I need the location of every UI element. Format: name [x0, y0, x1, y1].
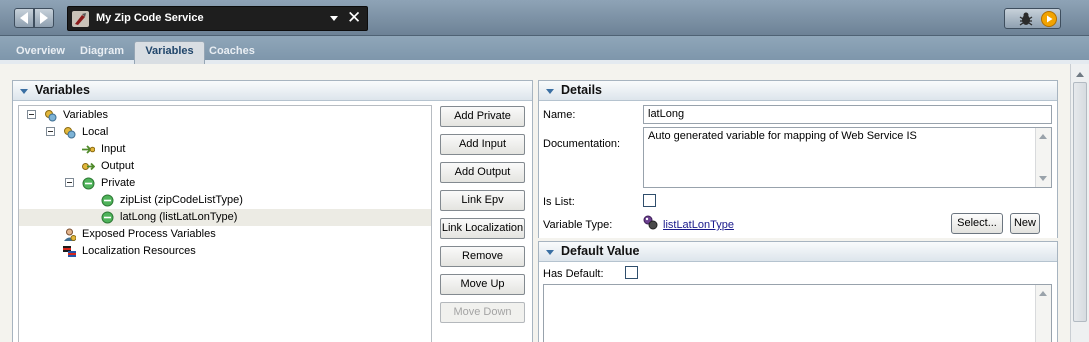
output-arrow-icon	[82, 162, 95, 171]
documentation-label: Documentation:	[543, 138, 621, 150]
variable-circle-icon	[101, 194, 114, 207]
tree-item-label: Private	[101, 177, 136, 189]
remove-button[interactable]: Remove	[440, 246, 525, 267]
back-arrow-icon	[20, 12, 28, 24]
variables-panel-header[interactable]: Variables	[13, 81, 532, 101]
documentation-scrollbar[interactable]	[1035, 128, 1051, 187]
editor-document-tab[interactable]: My Zip Code Service ✕	[67, 6, 368, 31]
tab-diagram[interactable]: Diagram	[80, 42, 124, 64]
exposed-variables-icon	[64, 228, 76, 241]
scroll-down-icon[interactable]	[1039, 176, 1047, 181]
add-output-button[interactable]: Add Output	[440, 162, 525, 183]
tree-item-localization-resources[interactable]: Localization Resources	[19, 243, 431, 260]
document-menu-chevron-down-icon[interactable]	[330, 16, 338, 21]
variable-circle-icon	[101, 211, 114, 224]
default-value-textarea[interactable]	[543, 284, 1052, 342]
private-circle-icon	[82, 177, 95, 190]
tree-item-input[interactable]: Input	[19, 141, 431, 158]
variables-panel-title: Variables	[35, 83, 90, 97]
variable-type-label: Variable Type:	[543, 219, 613, 231]
variables-icon	[64, 127, 76, 139]
localization-icon	[63, 246, 76, 257]
move-up-button[interactable]: Move Up	[440, 274, 525, 295]
has-default-label: Has Default:	[543, 268, 604, 280]
add-private-button[interactable]: Add Private	[440, 106, 525, 127]
tree-item-variables[interactable]: Variables	[19, 107, 431, 124]
run-play-icon[interactable]	[1041, 11, 1057, 27]
tab-overview[interactable]: Overview	[16, 42, 65, 64]
collapse-toggle-icon[interactable]	[65, 178, 74, 187]
tree-item-label: zipList (zipCodeListType)	[120, 194, 243, 206]
tree-item-label: Variables	[63, 109, 109, 121]
page-vertical-scrollbar[interactable]	[1070, 64, 1089, 342]
variable-type-link[interactable]: listLatLonType	[663, 219, 734, 231]
details-panel-title: Details	[561, 83, 602, 97]
tree-item-label: Output	[101, 160, 135, 172]
link-localization-button[interactable]: Link Localization	[440, 218, 525, 239]
default-value-panel-header[interactable]: Default Value	[539, 242, 1057, 262]
back-button[interactable]	[14, 8, 34, 28]
scroll-up-icon[interactable]	[1039, 291, 1047, 296]
scroll-up-icon[interactable]	[1039, 134, 1047, 139]
default-value-panel-title: Default Value	[561, 244, 640, 258]
name-field-value: latLong	[648, 108, 685, 120]
tree-item-local[interactable]: Local	[19, 124, 431, 141]
tree-item-exposed-process-variables[interactable]: Exposed Process Variables	[19, 226, 431, 243]
tree-item-label: Input	[101, 143, 126, 155]
editor-tab-strip: Overview Diagram Variables Coaches	[0, 36, 1089, 64]
default-value-scrollbar[interactable]	[1035, 285, 1051, 342]
tree-item-latlong[interactable]: latLong (listLatLonType)	[19, 209, 431, 226]
document-title: My Zip Code Service	[96, 12, 204, 24]
run-debug-controls	[1004, 8, 1061, 29]
tree-item-private[interactable]: Private	[19, 175, 431, 192]
tree-item-output[interactable]: Output	[19, 158, 431, 175]
tab-coaches[interactable]: Coaches	[209, 42, 255, 64]
top-toolbar: My Zip Code Service ✕	[0, 0, 1089, 36]
move-down-button: Move Down	[440, 302, 525, 323]
tab-variables[interactable]: Variables	[134, 41, 205, 64]
variables-icon	[45, 110, 57, 122]
close-document-icon[interactable]: ✕	[347, 8, 361, 28]
is-list-label: Is List:	[543, 196, 575, 208]
collapse-chevron-icon[interactable]	[20, 89, 28, 94]
tree-item-label: Local	[82, 126, 109, 138]
collapse-chevron-icon[interactable]	[546, 89, 554, 94]
input-arrow-icon	[82, 145, 95, 154]
service-app-icon	[72, 11, 89, 27]
select-button[interactable]: Select...	[951, 213, 1003, 234]
complex-type-icon	[643, 215, 658, 230]
documentation-value: Auto generated variable for mapping of W…	[648, 130, 917, 142]
tree-item-label: latLong (listLatLonType)	[120, 211, 238, 223]
link-epv-button[interactable]: Link Epv	[440, 190, 525, 211]
debug-bug-icon[interactable]	[1018, 11, 1034, 27]
new-button[interactable]: New	[1010, 213, 1040, 234]
tree-item-label: Exposed Process Variables	[82, 228, 216, 240]
scrollbar-thumb[interactable]	[1073, 82, 1087, 322]
collapse-toggle-icon[interactable]	[46, 127, 55, 136]
name-field[interactable]: latLong	[643, 105, 1052, 124]
forward-arrow-icon	[40, 12, 48, 24]
variables-tree: Variables Local Input Output Private zip…	[18, 105, 432, 342]
collapse-chevron-icon[interactable]	[546, 250, 554, 255]
scroll-up-icon[interactable]	[1076, 72, 1084, 77]
is-list-checkbox[interactable]	[643, 194, 656, 207]
has-default-checkbox[interactable]	[625, 266, 638, 279]
add-input-button[interactable]: Add Input	[440, 134, 525, 155]
tree-item-ziplist[interactable]: zipList (zipCodeListType)	[19, 192, 431, 209]
tree-item-label: Localization Resources	[82, 245, 196, 257]
forward-button[interactable]	[34, 8, 54, 28]
documentation-textarea[interactable]: Auto generated variable for mapping of W…	[643, 127, 1052, 188]
collapse-toggle-icon[interactable]	[27, 110, 36, 119]
details-panel-header[interactable]: Details	[539, 81, 1057, 101]
name-label: Name:	[543, 109, 576, 121]
